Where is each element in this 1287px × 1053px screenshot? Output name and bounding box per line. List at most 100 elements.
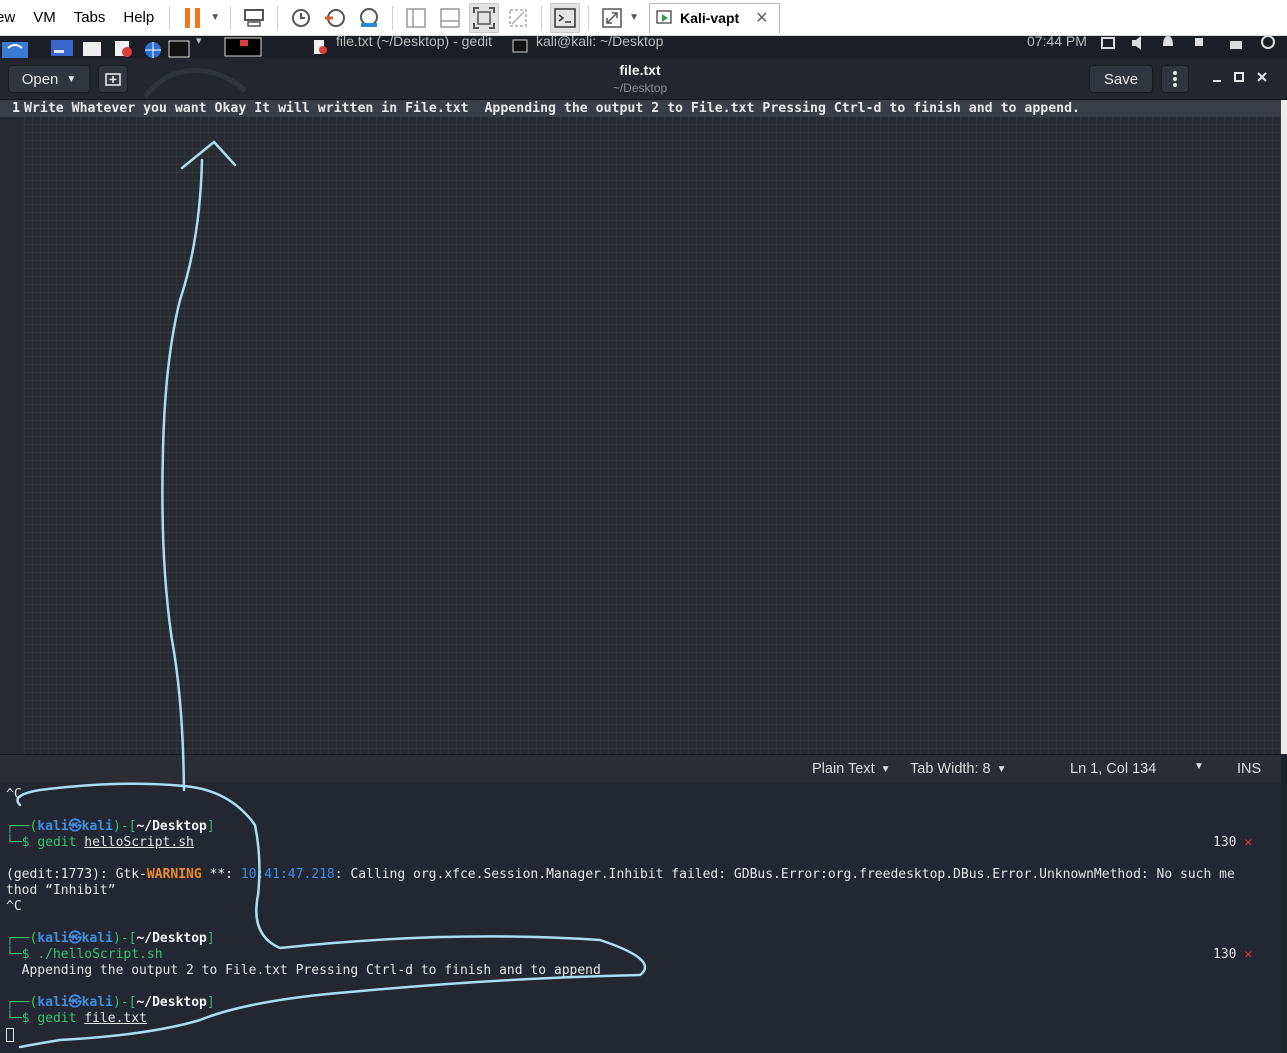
kali-dragon-watermark <box>143 67 247 98</box>
terminal-cursor-line[interactable] <box>6 1027 14 1043</box>
cursor-position[interactable]: Ln 1, Col 134 <box>1070 761 1156 777</box>
minimize-button[interactable] <box>1209 70 1225 87</box>
send-keys-button[interactable] <box>239 3 269 33</box>
position-dropdown[interactable]: ▼ <box>1194 761 1204 772</box>
unity-icon <box>509 8 527 27</box>
save-label: Save <box>1103 70 1139 88</box>
taskbar-window-terminal[interactable]: kali@kali: ~/Desktop <box>536 36 663 49</box>
lock-icon[interactable] <box>1228 36 1244 58</box>
menu-view[interactable]: ew <box>0 9 24 26</box>
file-manager-icon[interactable] <box>82 36 102 58</box>
exit-status: 130 ✕ <box>1213 835 1253 850</box>
chevron-down-icon[interactable]: ▼ <box>629 12 639 23</box>
vm-icon <box>656 10 672 24</box>
language-selector[interactable]: Plain Text ▼ <box>812 761 891 777</box>
terminal-line: ^C <box>6 899 22 914</box>
tab-width-selector[interactable]: Tab Width: 8 ▼ <box>910 761 1007 777</box>
gedit-window-icon <box>314 40 327 54</box>
power-plug-icon[interactable] <box>1192 36 1206 58</box>
save-button[interactable]: Save <box>1089 65 1153 93</box>
expand-icon <box>602 7 622 28</box>
language-label: Plain Text <box>812 761 875 777</box>
pause-button[interactable] <box>178 3 208 33</box>
console-view-button[interactable] <box>550 2 581 33</box>
maximize-icon <box>1234 72 1244 82</box>
hamburger-menu-button[interactable] <box>1161 65 1189 93</box>
notification-bell-icon[interactable] <box>1160 36 1176 58</box>
fullscreen-icon <box>473 6 496 29</box>
warning-line-cont: thod “Inhibit” <box>6 883 116 898</box>
menu-vm[interactable]: VM <box>24 9 65 26</box>
prompt-line: ┌──(kali㉿kali)-[~/Desktop] <box>6 995 215 1010</box>
computer-keys-icon <box>244 8 265 27</box>
divider <box>541 5 543 30</box>
window-edge <box>1281 100 1287 754</box>
open-button[interactable]: Open ▼ <box>8 65 90 93</box>
panel-clock[interactable]: 07:44 PM <box>1027 36 1087 49</box>
chevron-down-icon: ▼ <box>1194 761 1204 772</box>
thumbnail-bar-button[interactable] <box>435 3 465 33</box>
vm-tab-kali-vapt[interactable]: Kali-vapt ✕ <box>649 2 780 33</box>
divider <box>169 5 171 30</box>
workspace-preview[interactable] <box>224 36 262 58</box>
stretch-button[interactable] <box>597 3 627 33</box>
revert-clock-icon <box>325 8 346 27</box>
chevron-down-icon[interactable]: ▼ <box>210 12 220 23</box>
new-tab-button[interactable] <box>98 65 128 93</box>
command-line: └─$ ./helloScript.sh <box>6 947 163 962</box>
window-subtitle: ~/Desktop <box>612 81 668 95</box>
taskbar-window-gedit[interactable]: file.txt (~/Desktop) - gedit <box>336 36 492 49</box>
host-menu: ew VM Tabs Help <box>0 0 163 35</box>
clock-icon <box>292 8 311 27</box>
kali-menu-icon[interactable] <box>2 36 28 58</box>
divider <box>277 5 279 30</box>
text-cursor <box>6 1027 14 1042</box>
terminal-pane[interactable]: ^C ┌──(kali㉿kali)-[~/Desktop] └─$ gedit … <box>0 783 1281 1053</box>
full-screen-button[interactable] <box>469 2 500 33</box>
script-output: Appending the output 2 to File.txt Press… <box>6 963 601 978</box>
terminal-line: ^C <box>6 787 22 802</box>
gedit-headerbar: Open ▼ file.txt ~/Desktop Save <box>0 58 1287 100</box>
line-text[interactable]: Write Whatever you want Okay It will wri… <box>24 100 1080 117</box>
error-x-icon: ✕ <box>1244 947 1253 962</box>
snapshot-button[interactable] <box>286 3 316 33</box>
error-x-icon: ✕ <box>1244 835 1253 850</box>
bottom-bar-icon <box>440 7 460 28</box>
revert-snapshot-button[interactable] <box>320 3 350 33</box>
exit-status: 130 ✕ <box>1213 947 1253 962</box>
menu-help[interactable]: Help <box>114 9 163 26</box>
workspace-icon[interactable] <box>50 36 74 58</box>
close-button[interactable] <box>1254 70 1270 87</box>
chevron-down-icon: ▼ <box>880 763 891 775</box>
prompt-line: ┌──(kali㉿kali)-[~/Desktop] <box>6 931 215 946</box>
tab-width-label: Tab Width: 8 <box>910 761 991 777</box>
chevron-down-icon: ▼ <box>996 763 1007 775</box>
command-line: └─$ gedit file.txt <box>6 1011 147 1026</box>
line-number-gutter <box>0 100 22 754</box>
current-line[interactable]: 1 Write Whatever you want Okay It will w… <box>0 100 1281 117</box>
chevron-down-icon: ▼ <box>66 73 77 85</box>
browser-icon[interactable] <box>142 36 164 58</box>
text-editor-icon[interactable] <box>112 36 134 58</box>
host-menubar: ew VM Tabs Help ▼ ▼ Kali-vapt ✕ <box>0 0 1287 36</box>
volume-icon[interactable] <box>1130 36 1148 58</box>
text-editor-area[interactable]: 1 Write Whatever you want Okay It will w… <box>0 100 1281 754</box>
chevron-down-icon[interactable]: ▾ <box>196 36 202 47</box>
display-icon[interactable] <box>1100 36 1116 58</box>
pause-icon <box>185 7 201 28</box>
insert-mode-indicator[interactable]: INS <box>1237 761 1261 777</box>
snapshot-manager-button[interactable] <box>354 3 384 33</box>
divider <box>392 5 394 30</box>
terminal-launcher-icon[interactable] <box>168 36 190 58</box>
library-button[interactable] <box>401 3 431 33</box>
close-icon[interactable]: ✕ <box>755 8 768 28</box>
maximize-button[interactable] <box>1231 70 1247 87</box>
prompt-line: ┌──(kali㉿kali)-[~/Desktop] <box>6 819 215 834</box>
menu-tabs[interactable]: Tabs <box>65 9 115 26</box>
divider <box>230 5 232 30</box>
minimize-icon <box>1213 80 1221 82</box>
open-label: Open <box>21 70 59 88</box>
unity-button[interactable] <box>503 3 533 33</box>
snapshot-manager-icon <box>360 7 379 27</box>
logout-icon[interactable] <box>1260 36 1276 58</box>
